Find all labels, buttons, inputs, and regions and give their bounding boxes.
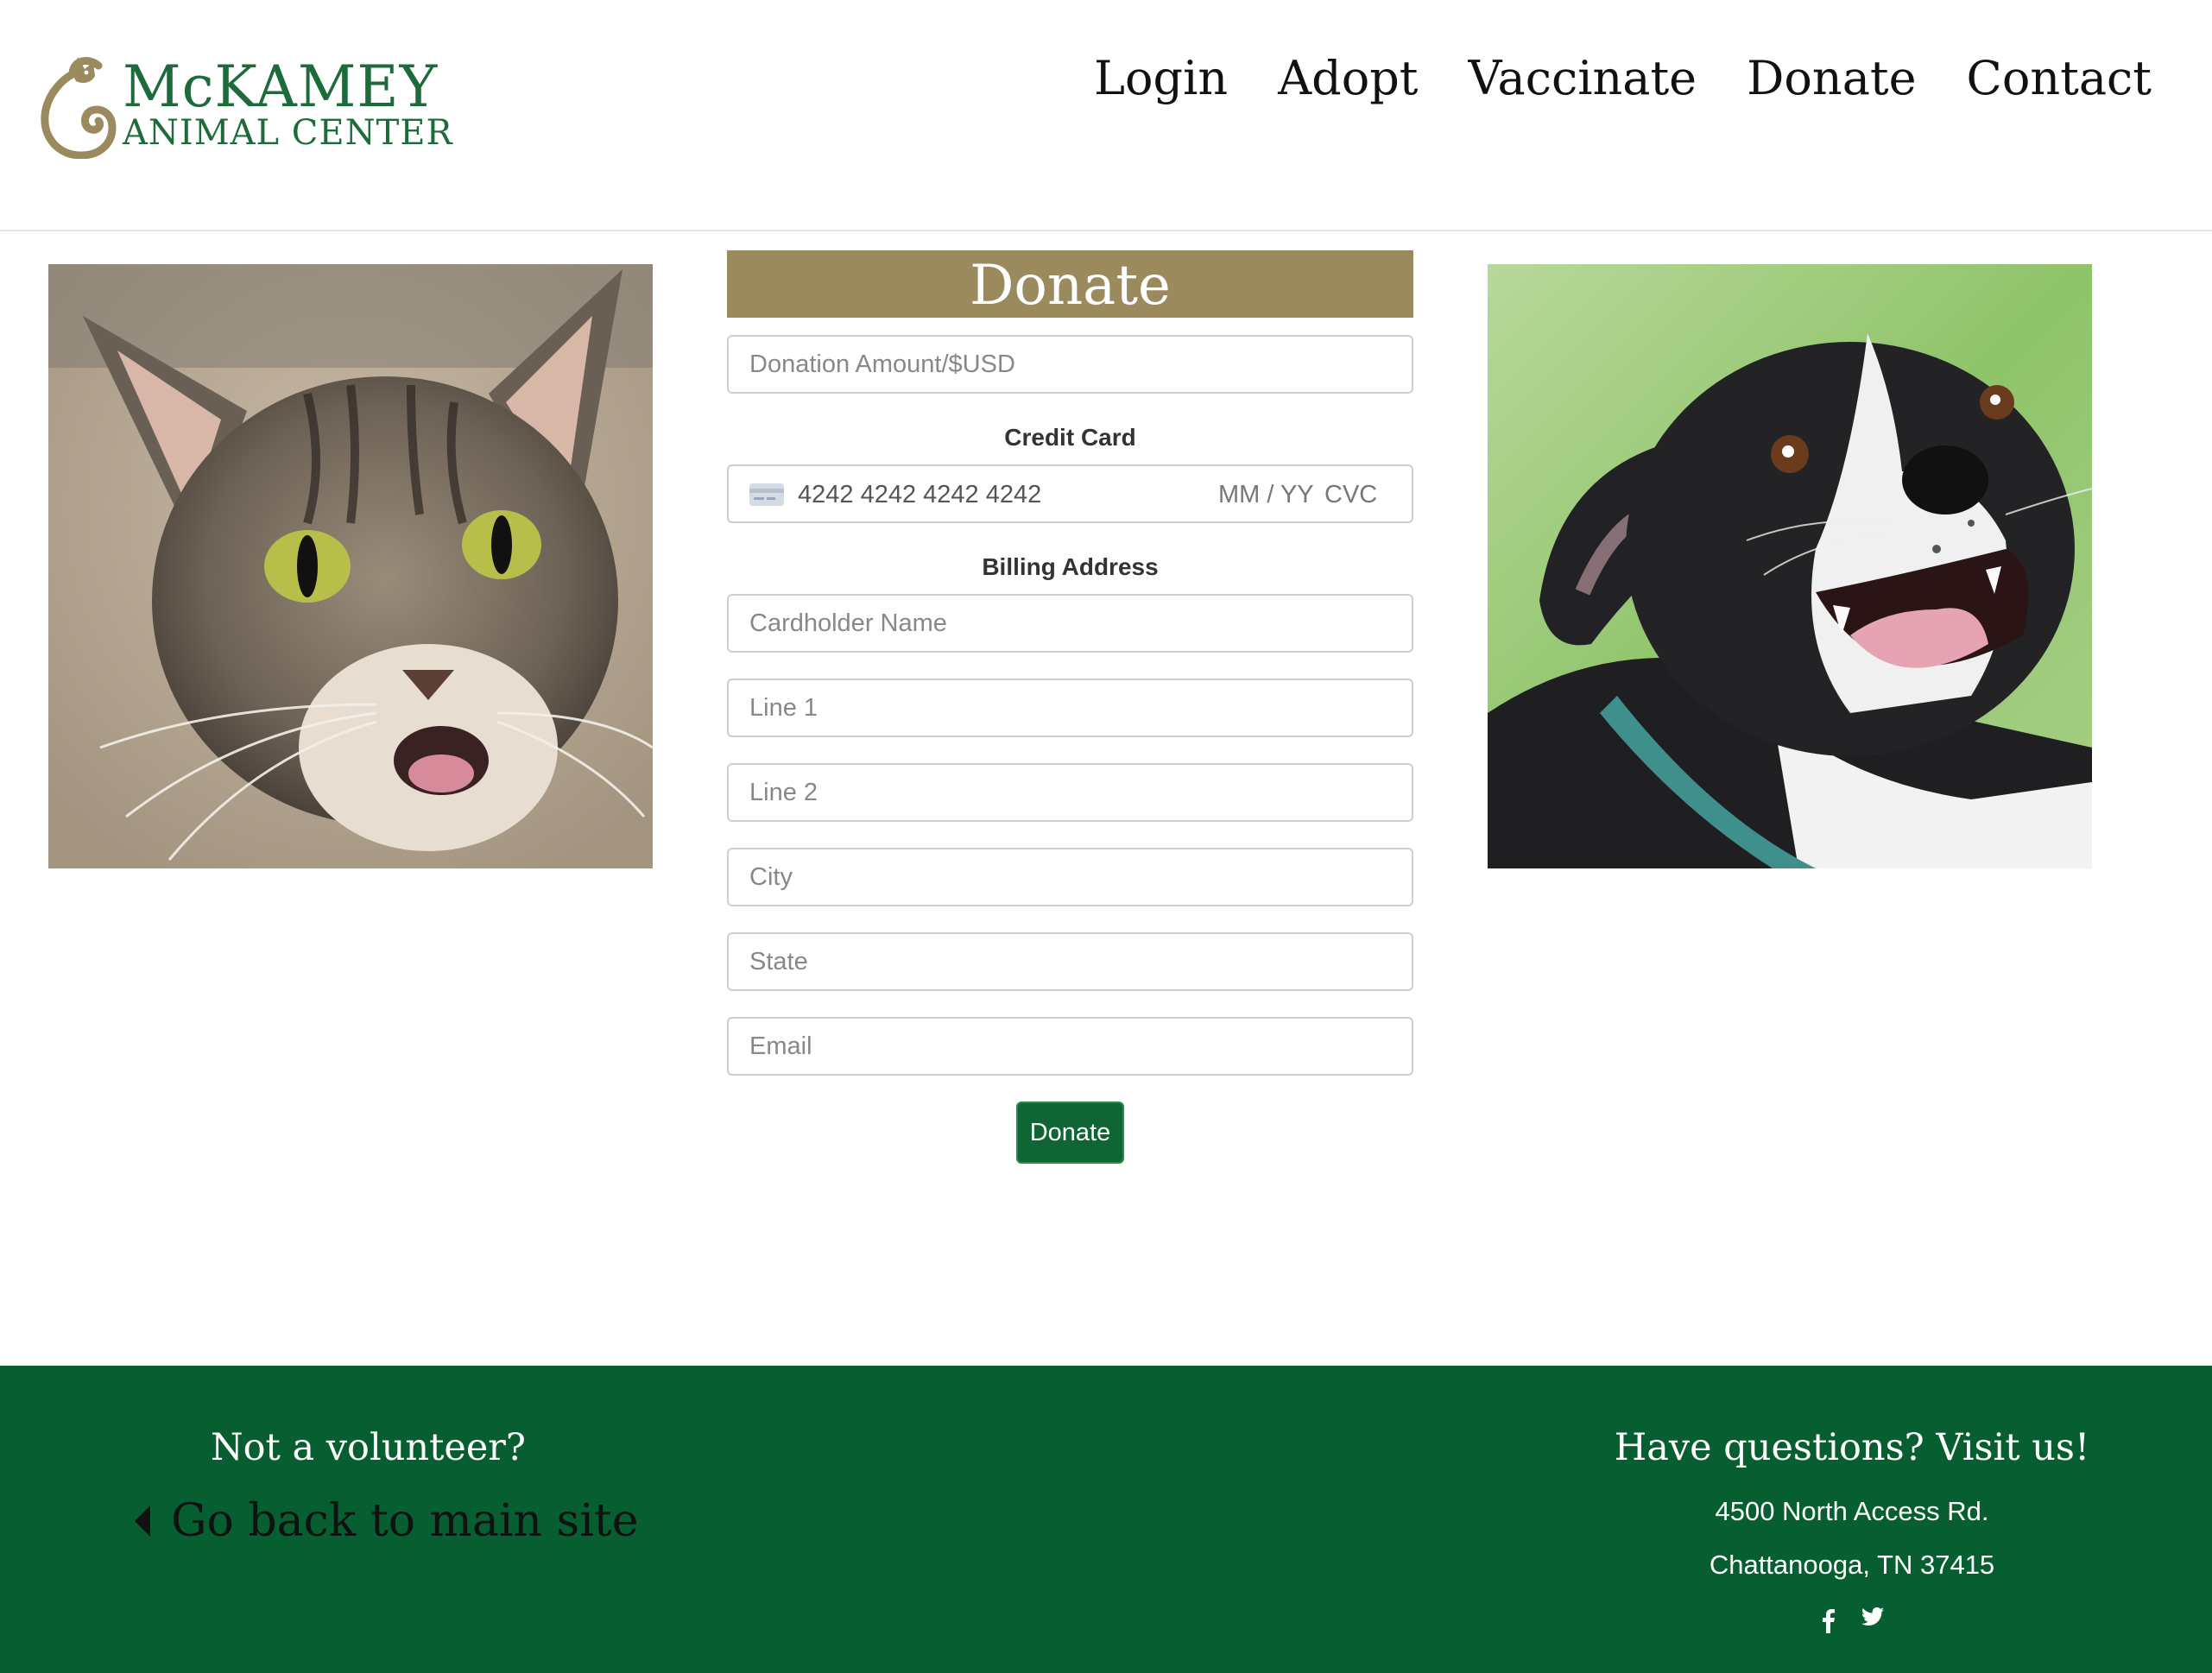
donation-amount-input[interactable]: [727, 335, 1413, 394]
social-links: [1820, 1607, 1884, 1638]
footer-right-title: Have questions? Visit us!: [1614, 1426, 2090, 1469]
cat-dog-logo-icon: [41, 57, 117, 159]
logo-subtitle: ANIMAL CENTER: [123, 113, 453, 153]
cat-photo: [48, 264, 653, 868]
address-line1: 4500 North Access Rd.: [1715, 1496, 1989, 1526]
credit-card-field[interactable]: 4242 4242 4242 4242 MM / YY CVC: [727, 464, 1413, 523]
twitter-icon[interactable]: [1861, 1607, 1884, 1638]
nav-contact[interactable]: Contact: [1967, 55, 2152, 102]
caret-left-icon: [135, 1506, 150, 1537]
submit-wrapper: Donate: [727, 1102, 1413, 1164]
nav-adopt[interactable]: Adopt: [1278, 55, 1418, 102]
site-footer: Not a volunteer? Go back to main site Ha…: [0, 1366, 2212, 1673]
nav-donate[interactable]: Donate: [1747, 55, 1916, 102]
address-line2-input[interactable]: [727, 763, 1413, 822]
card-cvc-input[interactable]: CVC: [1324, 481, 1377, 509]
footer-contact: Have questions? Visit us! 4500 North Acc…: [1545, 1426, 2158, 1592]
credit-card-label: Credit Card: [1004, 424, 1136, 451]
credit-card-icon: [749, 483, 784, 506]
logo-title: McKAMEY: [123, 54, 439, 120]
donate-submit-button[interactable]: Donate: [1015, 1102, 1125, 1164]
back-link-label: Go back to main site: [171, 1495, 639, 1547]
nav-vaccinate[interactable]: Vaccinate: [1468, 55, 1697, 102]
dog-photo: [1488, 264, 2092, 868]
city-input[interactable]: [727, 848, 1413, 906]
card-expiry-input[interactable]: MM / YY: [1218, 481, 1314, 509]
site-header: McKAMEY ANIMAL CENTER Login Adopt Vaccin…: [0, 0, 2212, 231]
donation-form: Donate Credit Card 4242 4242 4242 4242 M…: [727, 250, 1413, 1164]
billing-address-label: Billing Address: [982, 553, 1159, 580]
address-line1-input[interactable]: [727, 679, 1413, 737]
address-line2: Chattanooga, TN 37415: [1709, 1550, 1995, 1580]
state-input[interactable]: [727, 932, 1413, 991]
facebook-icon[interactable]: [1820, 1607, 1836, 1638]
form-title: Donate: [727, 250, 1413, 318]
main-nav: Login Adopt Vaccinate Donate Contact: [1044, 55, 2152, 102]
card-number-input[interactable]: 4242 4242 4242 4242: [798, 481, 1041, 509]
cardholder-name-input[interactable]: [727, 594, 1413, 653]
email-input[interactable]: [727, 1017, 1413, 1076]
back-to-main-site-link[interactable]: Go back to main site: [135, 1495, 639, 1547]
mckamey-logo[interactable]: McKAMEY ANIMAL CENTER: [38, 54, 452, 159]
footer-left-title: Not a volunteer?: [211, 1426, 526, 1469]
nav-login[interactable]: Login: [1094, 55, 1228, 102]
